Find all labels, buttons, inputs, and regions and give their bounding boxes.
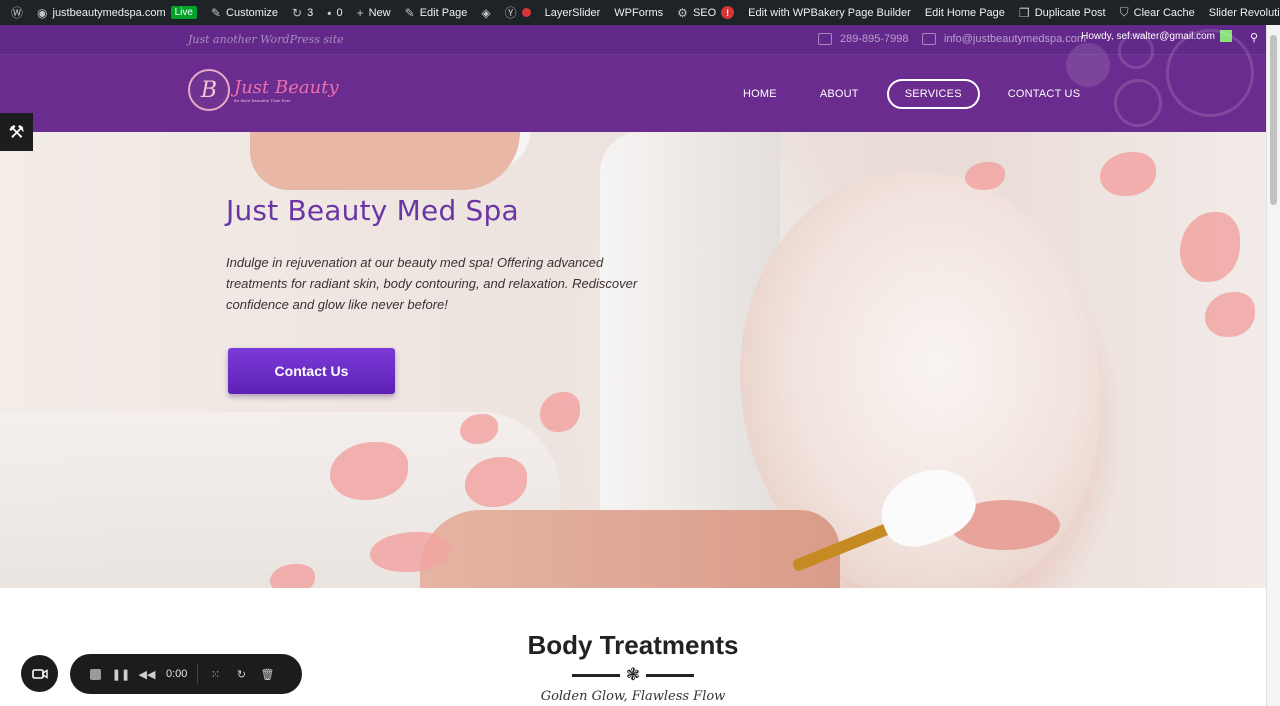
rose-petal xyxy=(1205,292,1255,337)
decorative-circle xyxy=(1114,79,1162,127)
new-label: New xyxy=(368,6,391,19)
slider-revolution-link[interactable]: Slider Revolution xyxy=(1202,0,1280,25)
camera-icon[interactable] xyxy=(21,655,58,692)
hero-section: Just Beauty Med Spa Indulge in rejuvenat… xyxy=(0,132,1266,588)
flower-icon: ❃ xyxy=(625,665,641,684)
divider-line xyxy=(646,673,694,677)
rose-petal xyxy=(540,392,580,432)
pause-button[interactable]: ❚❚ xyxy=(108,661,134,687)
contact-us-button[interactable]: Contact Us xyxy=(228,348,395,394)
section-divider: ❃ xyxy=(572,665,694,685)
layerslider-label: LayerSlider xyxy=(544,6,601,19)
plus-icon: + xyxy=(356,5,364,20)
rose-petal xyxy=(1100,152,1156,196)
email-address: info@justbeautymedspa.com xyxy=(944,33,1087,45)
email-contact[interactable]: info@justbeautymedspa.com xyxy=(922,33,1086,45)
site-header: Just another WordPress site 289-895-7998… xyxy=(0,25,1266,132)
main-nav: HOME ABOUT SERVICES CONTACT US xyxy=(728,79,1108,109)
nav-about[interactable]: ABOUT xyxy=(805,79,874,109)
toolbar-divider xyxy=(197,664,199,684)
decorative-circle xyxy=(1166,29,1254,117)
edit-page-label: Edit Page xyxy=(419,6,468,19)
recording-toolbar: ❚❚ ◀◀ 0:00 ⁙ ↻ 🗑 xyxy=(70,654,302,694)
rose-petal xyxy=(1180,212,1240,282)
diamond-menu[interactable]: ◈ xyxy=(474,0,497,25)
site-name-label: justbeautymedspa.com xyxy=(52,6,166,19)
stop-button[interactable] xyxy=(82,661,108,687)
tools-icon[interactable]: ⚒ xyxy=(0,113,33,151)
duplicate-label: Duplicate Post xyxy=(1034,6,1106,19)
decorative-circle xyxy=(1118,33,1154,69)
hero-title: Just Beauty Med Spa xyxy=(226,194,519,227)
wpforms-link[interactable]: WPForms xyxy=(607,0,670,25)
brush-icon: ✎ xyxy=(210,5,222,20)
clear-cache-link[interactable]: ⛉ Clear Cache xyxy=(1113,0,1202,25)
hero-image-hand xyxy=(420,510,840,588)
divider-line xyxy=(572,673,620,677)
delete-button[interactable]: 🗑 xyxy=(254,661,280,687)
phone-contact[interactable]: 289-895-7998 xyxy=(818,33,909,45)
slider-revolution-label: Slider Revolution xyxy=(1208,6,1280,19)
cache-icon: ⛉ xyxy=(1119,5,1129,19)
wpbakery-link[interactable]: Edit with WPBakery Page Builder xyxy=(741,0,918,25)
envelope-icon xyxy=(922,33,936,45)
page-scrollbar[interactable] xyxy=(1266,25,1280,706)
diamond-icon: ◈ xyxy=(481,5,491,20)
edit-home-label: Edit Home Page xyxy=(924,6,1005,19)
phone-number: 289-895-7998 xyxy=(840,33,909,45)
site-logo[interactable]: B Just Beauty Be More Beautiful Than Eve… xyxy=(188,69,339,111)
yoast-menu[interactable]: Ⓨ xyxy=(498,0,538,25)
customize-link[interactable]: ✎ Customize xyxy=(204,0,285,25)
clear-cache-label: Clear Cache xyxy=(1133,6,1195,19)
seo-menu[interactable]: ⚙ SEO ! xyxy=(670,0,741,25)
wordpress-logo-icon[interactable]: Ⓦ xyxy=(4,0,30,25)
scrollbar-thumb[interactable] xyxy=(1270,35,1277,205)
nav-contact-us[interactable]: CONTACT US xyxy=(993,79,1096,109)
logo-subtitle: Be More Beautiful Than Ever xyxy=(234,97,291,103)
new-content-link[interactable]: + New xyxy=(350,0,398,25)
duplicate-icon: ❐ xyxy=(1018,5,1030,20)
site-tagline: Just another WordPress site xyxy=(188,33,344,46)
restart-button[interactable]: ↻ xyxy=(228,661,254,687)
refresh-icon: ↻ xyxy=(292,5,303,20)
comments-link[interactable]: ▪ 0 xyxy=(320,0,349,25)
dashboard-icon: ◉ xyxy=(37,5,48,20)
wpforms-label: WPForms xyxy=(614,6,664,19)
seo-label: SEO xyxy=(692,6,717,19)
drag-handle-icon[interactable]: ⁙ xyxy=(202,661,228,687)
seo-alert-badge: ! xyxy=(721,6,735,19)
logo-mark: B xyxy=(188,69,230,111)
customize-label: Customize xyxy=(226,6,279,19)
comments-count: 0 xyxy=(336,6,343,19)
yoast-status-dot xyxy=(521,8,531,17)
admin-bar: Ⓦ ◉ justbeautymedspa.com Live ✎ Customiz… xyxy=(0,0,1280,25)
rose-petal xyxy=(965,162,1005,190)
gear-icon: ⚙ xyxy=(677,5,688,20)
comment-icon: ▪ xyxy=(327,5,332,20)
pencil-icon: ✎ xyxy=(404,5,415,20)
layerslider-link[interactable]: LayerSlider xyxy=(538,0,608,25)
stop-icon xyxy=(89,668,101,680)
edit-home-link[interactable]: Edit Home Page xyxy=(918,0,1012,25)
edit-page-link[interactable]: ✎ Edit Page xyxy=(398,0,475,25)
nav-home[interactable]: HOME xyxy=(728,79,792,109)
live-badge: Live xyxy=(170,6,197,19)
search-icon[interactable]: ⚲ xyxy=(1250,31,1258,44)
nav-services[interactable]: SERVICES xyxy=(886,79,980,109)
updates-count: 3 xyxy=(307,6,314,19)
logo-brand: Just Beauty xyxy=(234,76,339,98)
hero-description: Indulge in rejuvenation at our beauty me… xyxy=(226,255,638,312)
wpbakery-label: Edit with WPBakery Page Builder xyxy=(748,6,911,19)
phone-icon xyxy=(818,33,832,45)
recording-time: 0:00 xyxy=(166,668,188,680)
yoast-icon: Ⓨ xyxy=(504,6,517,20)
site-name-link[interactable]: ◉ justbeautymedspa.com Live xyxy=(30,0,204,25)
hero-image-hand xyxy=(250,132,520,190)
rewind-button[interactable]: ◀◀ xyxy=(134,661,160,687)
updates-link[interactable]: ↻ 3 xyxy=(285,0,320,25)
duplicate-post-link[interactable]: ❐ Duplicate Post xyxy=(1012,0,1113,25)
